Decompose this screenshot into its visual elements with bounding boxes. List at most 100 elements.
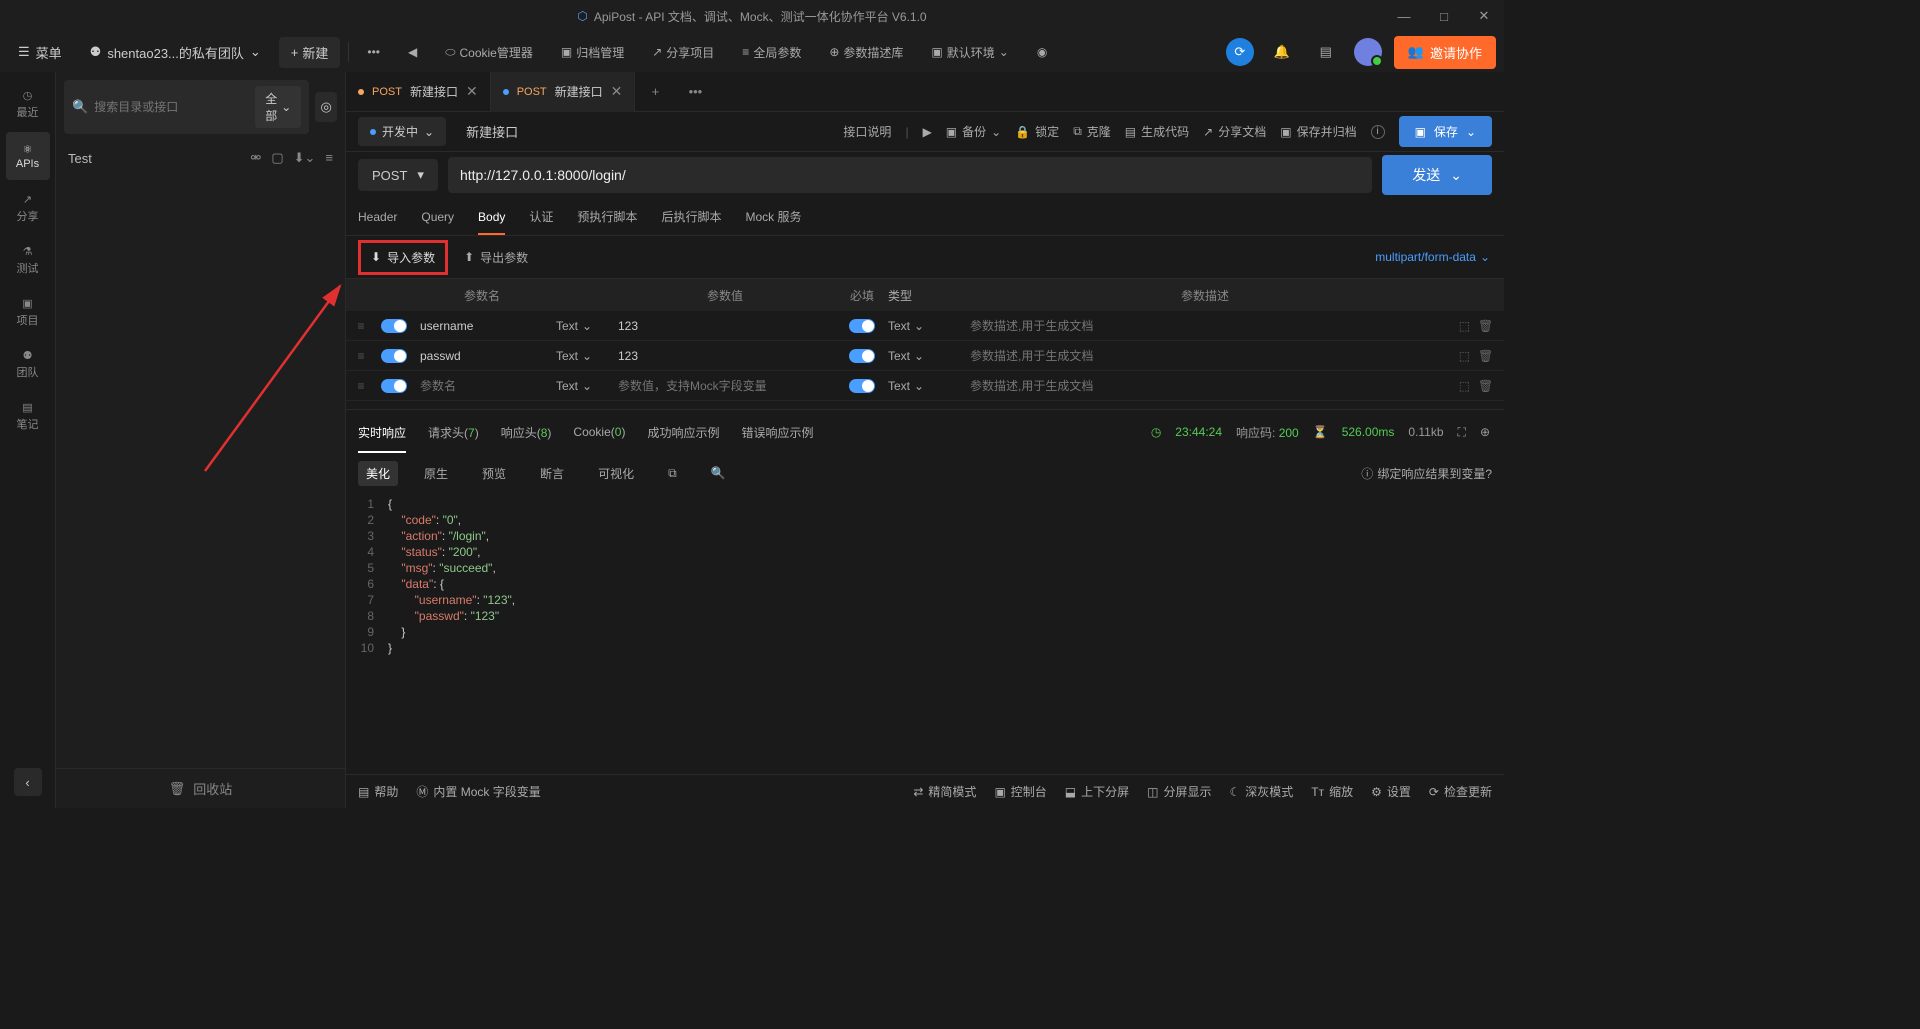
status-chip[interactable]: 开发中⌄ bbox=[358, 117, 446, 146]
archive-link[interactable]: ▣ 保存并归档 bbox=[1280, 123, 1356, 140]
maximize-button[interactable]: □ bbox=[1424, 0, 1464, 32]
save-button[interactable]: ▣ 保存 ⌄ bbox=[1399, 116, 1492, 147]
expand-icon[interactable]: ⛶ bbox=[1458, 425, 1466, 440]
split-display[interactable]: ◫ 分屏显示 bbox=[1147, 783, 1211, 800]
gencode-link[interactable]: ▤ 生成代码 bbox=[1125, 123, 1189, 140]
param-desc-input[interactable] bbox=[970, 379, 1440, 393]
response-body[interactable]: 1{ 2 "code": "0", 3 "action": "/login", … bbox=[346, 492, 1504, 660]
check-update[interactable]: ⟳ 检查更新 bbox=[1429, 783, 1492, 800]
list-icon[interactable]: ≡ bbox=[325, 150, 333, 166]
global-params[interactable]: ≡全局参数 bbox=[732, 38, 811, 67]
nav-apis[interactable]: ⚛APIs bbox=[6, 132, 50, 180]
subtab-mock[interactable]: Mock 服务 bbox=[745, 198, 801, 235]
sharedoc-link[interactable]: ↗ 分享文档 bbox=[1203, 123, 1266, 140]
archive-manage[interactable]: ▣归档管理 bbox=[551, 38, 634, 67]
rtab-cookie[interactable]: Cookie(0) bbox=[573, 413, 625, 451]
nav-team[interactable]: ⚉团队 bbox=[6, 340, 50, 388]
search-input[interactable] bbox=[94, 100, 249, 114]
mock-vars-link[interactable]: Ⓜ 内置 Mock 字段变量 bbox=[416, 783, 540, 800]
settings[interactable]: ⚙ 设置 bbox=[1371, 783, 1411, 800]
param-library[interactable]: ⊕参数描述库 bbox=[819, 38, 913, 67]
download-icon[interactable]: ⬇⌄ bbox=[294, 150, 316, 166]
clone-link[interactable]: ⧉ 克隆 bbox=[1073, 123, 1111, 140]
param-value-input[interactable] bbox=[618, 349, 832, 363]
datatype-select[interactable]: Text⌄ bbox=[884, 319, 962, 333]
share-project[interactable]: ↗分享项目 bbox=[642, 38, 724, 67]
param-desc-input[interactable] bbox=[970, 349, 1440, 363]
tab-more-button[interactable]: ••• bbox=[675, 84, 715, 99]
eye-icon[interactable]: ◉ bbox=[1027, 39, 1057, 65]
minimize-button[interactable]: — bbox=[1384, 0, 1424, 32]
rtab-reqhead[interactable]: 请求头(7) bbox=[428, 412, 479, 453]
content-type-selector[interactable]: multipart/form-data⌄ bbox=[1375, 250, 1490, 264]
filter-pill[interactable]: 全部⌄ bbox=[255, 86, 301, 128]
search-icon[interactable]: 🔍 bbox=[703, 462, 734, 484]
send-button[interactable]: 发送⌄ bbox=[1382, 155, 1492, 195]
type-select[interactable]: Text⌄ bbox=[552, 379, 610, 393]
api-desc[interactable]: 接口说明 bbox=[843, 123, 891, 140]
lock-link[interactable]: 🔒 锁定 bbox=[1015, 123, 1059, 140]
tab-1[interactable]: POST 新建接口 ✕ bbox=[346, 72, 491, 112]
collapse-button[interactable]: ‹ bbox=[14, 768, 42, 796]
globe-icon[interactable]: ⊕ bbox=[1480, 425, 1490, 439]
more-button[interactable]: ••• bbox=[357, 39, 390, 65]
cookie-manager[interactable]: ⬭Cookie管理器 bbox=[435, 38, 543, 67]
rtab-resphead[interactable]: 响应头(8) bbox=[501, 412, 552, 453]
rtab-realtime[interactable]: 实时响应 bbox=[358, 412, 406, 453]
url-input[interactable] bbox=[448, 157, 1372, 193]
subtab-query[interactable]: Query bbox=[421, 200, 454, 234]
vtab-assert[interactable]: 断言 bbox=[532, 461, 572, 486]
enable-toggle[interactable] bbox=[381, 379, 407, 393]
split-vertical[interactable]: ⬓ 上下分屏 bbox=[1065, 783, 1129, 800]
required-toggle[interactable] bbox=[849, 349, 875, 363]
param-desc-input[interactable] bbox=[970, 319, 1440, 333]
vtab-preview[interactable]: 预览 bbox=[474, 461, 514, 486]
enable-toggle[interactable] bbox=[381, 349, 407, 363]
bell-icon[interactable]: 🔔 bbox=[1266, 36, 1298, 68]
rtab-success[interactable]: 成功响应示例 bbox=[647, 412, 719, 453]
branch-icon[interactable]: ⚮ bbox=[250, 150, 261, 166]
rtab-error[interactable]: 错误响应示例 bbox=[741, 412, 813, 453]
delete-icon[interactable]: 🗑 bbox=[1478, 349, 1493, 363]
required-toggle[interactable] bbox=[849, 319, 875, 333]
cube-icon[interactable]: ⬚ bbox=[1459, 319, 1470, 333]
zoom[interactable]: Tт 缩放 bbox=[1311, 783, 1353, 800]
nav-recent[interactable]: ◷最近 bbox=[6, 80, 50, 128]
param-name-input[interactable] bbox=[420, 319, 544, 333]
param-name-input[interactable] bbox=[420, 379, 544, 393]
cube-icon[interactable]: ⬚ bbox=[1459, 379, 1470, 393]
subtab-postscript[interactable]: 后执行脚本 bbox=[661, 198, 721, 235]
new-button[interactable]: +新建 bbox=[279, 37, 341, 68]
nav-test[interactable]: ⚗测试 bbox=[6, 236, 50, 284]
subtab-header[interactable]: Header bbox=[358, 200, 397, 234]
vtab-raw[interactable]: 原生 bbox=[416, 461, 456, 486]
subtab-prescript[interactable]: 预执行脚本 bbox=[577, 198, 637, 235]
export-params-button[interactable]: ⬆导出参数 bbox=[464, 249, 528, 266]
import-params-button[interactable]: ⬇导入参数 bbox=[358, 240, 448, 275]
drag-handle[interactable]: ≡ bbox=[346, 349, 376, 363]
param-name-input[interactable] bbox=[420, 349, 544, 363]
subtab-body[interactable]: Body bbox=[478, 200, 505, 234]
team-selector[interactable]: ⚉shentao23...的私有团队⌄ bbox=[80, 37, 271, 68]
api-name-input[interactable] bbox=[456, 118, 596, 145]
datatype-select[interactable]: Text⌄ bbox=[884, 349, 962, 363]
method-selector[interactable]: POST▾ bbox=[358, 159, 438, 191]
invite-button[interactable]: 👥邀请协作 bbox=[1394, 36, 1496, 69]
avatar[interactable] bbox=[1354, 38, 1382, 66]
nav-note[interactable]: ▤笔记 bbox=[6, 392, 50, 440]
info-icon[interactable]: i bbox=[1371, 125, 1385, 139]
subtab-auth[interactable]: 认证 bbox=[529, 198, 553, 235]
type-select[interactable]: Text⌄ bbox=[552, 349, 610, 363]
console[interactable]: ▣ 控制台 bbox=[994, 783, 1046, 800]
help-link[interactable]: ▤ 帮助 bbox=[358, 783, 398, 800]
nav-project[interactable]: ▣项目 bbox=[6, 288, 50, 336]
vtab-pretty[interactable]: 美化 bbox=[358, 461, 398, 486]
required-toggle[interactable] bbox=[849, 379, 875, 393]
param-value-input[interactable] bbox=[618, 379, 832, 393]
note-icon[interactable]: ▤ bbox=[1310, 36, 1342, 68]
bind-variable-link[interactable]: ⓘ绑定响应结果到变量? bbox=[1361, 465, 1492, 482]
root-folder[interactable]: Test bbox=[68, 151, 92, 166]
nav-share[interactable]: ↗分享 bbox=[6, 184, 50, 232]
menu-button[interactable]: ☰菜单 bbox=[8, 37, 72, 68]
drag-handle[interactable]: ≡ bbox=[346, 319, 376, 333]
